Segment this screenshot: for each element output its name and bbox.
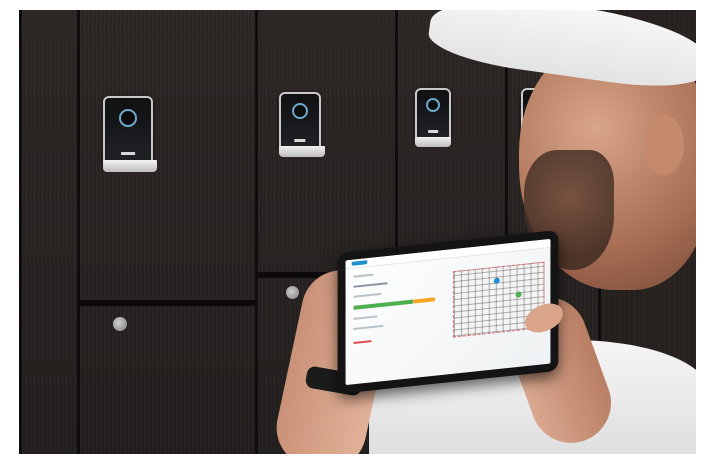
occupancy-bar-reserved	[413, 297, 436, 304]
lock-logo	[294, 139, 306, 143]
lock-ring-icon	[426, 98, 440, 112]
lock-ring-icon	[119, 108, 137, 127]
panel-line	[353, 324, 384, 330]
lock-ring-icon	[292, 102, 308, 119]
map-marker-icon	[493, 277, 500, 285]
door-badge	[286, 286, 299, 299]
lock-base	[103, 160, 157, 172]
panel-line	[353, 292, 382, 298]
panel-line	[353, 273, 374, 278]
electronic-lock	[103, 96, 153, 166]
tablet-screen	[345, 238, 551, 386]
panel-line	[353, 315, 378, 320]
person-ear	[644, 115, 684, 175]
app-logo	[351, 260, 368, 266]
lock-logo	[428, 130, 438, 133]
locker-column	[19, 10, 83, 454]
lock-base	[415, 137, 451, 147]
photo-scene	[0, 0, 715, 462]
photo-frame	[19, 10, 696, 454]
lock-base	[279, 146, 325, 157]
electronic-lock	[279, 92, 321, 152]
door-badge	[113, 317, 127, 331]
panel-line	[353, 282, 388, 288]
tablet	[337, 230, 559, 394]
locker-column	[77, 10, 261, 454]
alert-line	[353, 340, 372, 345]
map-marker-icon	[515, 291, 522, 298]
door-gap	[77, 300, 255, 306]
electronic-lock	[415, 88, 451, 142]
lock-logo	[121, 151, 135, 155]
occupancy-bar-used	[353, 299, 414, 310]
